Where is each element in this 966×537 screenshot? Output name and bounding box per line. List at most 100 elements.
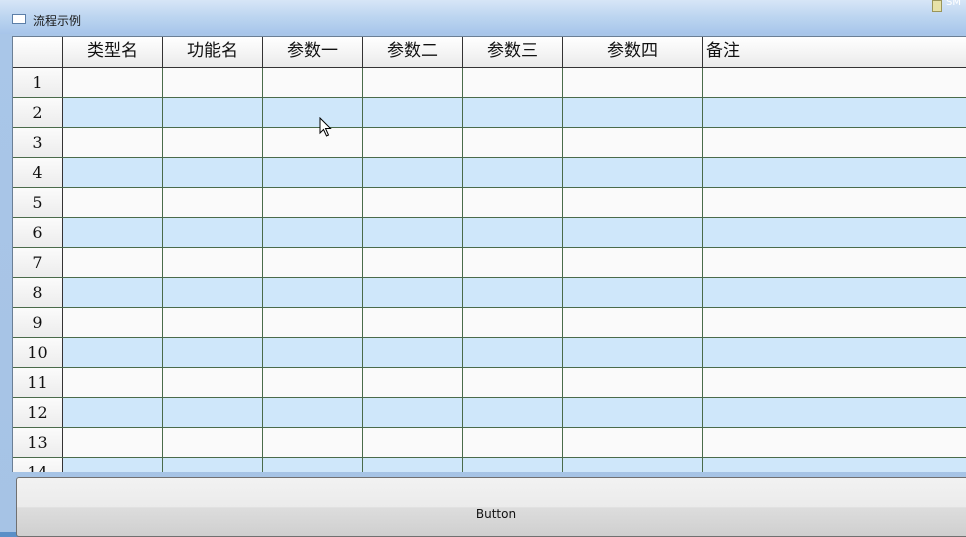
grid-cell-param-2[interactable] <box>363 158 463 187</box>
grid-cell-param-2[interactable] <box>363 128 463 157</box>
table-row[interactable]: 3 <box>13 128 966 158</box>
grid-cell-function-name[interactable] <box>163 338 263 367</box>
main-button[interactable]: Button <box>16 477 966 537</box>
table-row[interactable]: 10 <box>13 338 966 368</box>
grid-cell-param-1[interactable] <box>263 158 363 187</box>
grid-cell-type-name[interactable] <box>63 128 163 157</box>
grid-cell-param-1[interactable] <box>263 188 363 217</box>
grid-cell-type-name[interactable] <box>63 338 163 367</box>
grid-cell-type-name[interactable] <box>63 98 163 127</box>
grid-cell-type-name[interactable] <box>63 308 163 337</box>
grid-cell-function-name[interactable] <box>163 68 263 97</box>
grid-cell-remark[interactable] <box>703 398 966 427</box>
column-header-param-3[interactable]: 参数三 <box>463 37 563 67</box>
grid-cell-remark[interactable] <box>703 338 966 367</box>
row-header[interactable]: 11 <box>13 368 63 397</box>
row-header[interactable]: 4 <box>13 158 63 187</box>
grid-cell-param-2[interactable] <box>363 278 463 307</box>
grid-body[interactable]: 1234567891011121314 <box>13 68 966 472</box>
row-header[interactable]: 10 <box>13 338 63 367</box>
table-row[interactable]: 5 <box>13 188 966 218</box>
grid-cell-param-1[interactable] <box>263 128 363 157</box>
table-row[interactable]: 7 <box>13 248 966 278</box>
column-header-function-name[interactable]: 功能名 <box>163 37 263 67</box>
title-bar[interactable]: 流程示例 SM <box>0 0 966 34</box>
grid-cell-function-name[interactable] <box>163 368 263 397</box>
grid-cell-function-name[interactable] <box>163 128 263 157</box>
grid-cell-remark[interactable] <box>703 248 966 277</box>
grid-cell-param-2[interactable] <box>363 308 463 337</box>
grid-cell-param-4[interactable] <box>563 98 703 127</box>
grid-cell-param-4[interactable] <box>563 398 703 427</box>
grid-cell-remark[interactable] <box>703 368 966 397</box>
row-header[interactable]: 12 <box>13 398 63 427</box>
grid-cell-remark[interactable] <box>703 308 966 337</box>
grid-cell-param-1[interactable] <box>263 458 363 472</box>
grid-cell-remark[interactable] <box>703 98 966 127</box>
grid-cell-param-1[interactable] <box>263 248 363 277</box>
grid-cell-param-4[interactable] <box>563 428 703 457</box>
column-header-param-4[interactable]: 参数四 <box>563 37 703 67</box>
table-row[interactable]: 8 <box>13 278 966 308</box>
grid-cell-function-name[interactable] <box>163 308 263 337</box>
row-header[interactable]: 5 <box>13 188 63 217</box>
grid-cell-remark[interactable] <box>703 158 966 187</box>
table-row[interactable]: 4 <box>13 158 966 188</box>
grid-cell-remark[interactable] <box>703 278 966 307</box>
grid-cell-param-3[interactable] <box>463 278 563 307</box>
grid-cell-param-1[interactable] <box>263 428 363 457</box>
grid-cell-param-4[interactable] <box>563 128 703 157</box>
grid-cell-type-name[interactable] <box>63 458 163 472</box>
table-row[interactable]: 6 <box>13 218 966 248</box>
grid-cell-type-name[interactable] <box>63 428 163 457</box>
grid-cell-param-3[interactable] <box>463 218 563 247</box>
grid-corner-header[interactable] <box>13 37 63 67</box>
table-row[interactable]: 11 <box>13 368 966 398</box>
grid-cell-function-name[interactable] <box>163 218 263 247</box>
grid-cell-type-name[interactable] <box>63 398 163 427</box>
table-row[interactable]: 9 <box>13 308 966 338</box>
data-grid[interactable]: 类型名功能名参数一参数二参数三参数四备注 1234567891011121314 <box>12 36 966 472</box>
grid-cell-function-name[interactable] <box>163 458 263 472</box>
grid-cell-param-2[interactable] <box>363 338 463 367</box>
grid-cell-type-name[interactable] <box>63 278 163 307</box>
grid-cell-type-name[interactable] <box>63 158 163 187</box>
grid-cell-function-name[interactable] <box>163 398 263 427</box>
grid-cell-param-2[interactable] <box>363 428 463 457</box>
grid-cell-param-3[interactable] <box>463 188 563 217</box>
row-header[interactable]: 1 <box>13 68 63 97</box>
grid-cell-param-1[interactable] <box>263 368 363 397</box>
row-header[interactable]: 3 <box>13 128 63 157</box>
grid-cell-param-3[interactable] <box>463 458 563 472</box>
grid-cell-param-2[interactable] <box>363 218 463 247</box>
grid-cell-param-4[interactable] <box>563 458 703 472</box>
grid-cell-param-1[interactable] <box>263 218 363 247</box>
grid-cell-type-name[interactable] <box>63 368 163 397</box>
grid-cell-function-name[interactable] <box>163 248 263 277</box>
grid-cell-param-1[interactable] <box>263 68 363 97</box>
grid-cell-remark[interactable] <box>703 218 966 247</box>
column-header-param-2[interactable]: 参数二 <box>363 37 463 67</box>
grid-cell-param-1[interactable] <box>263 398 363 427</box>
grid-cell-param-3[interactable] <box>463 128 563 157</box>
grid-cell-param-2[interactable] <box>363 248 463 277</box>
table-row[interactable]: 2 <box>13 98 966 128</box>
grid-cell-param-3[interactable] <box>463 428 563 457</box>
column-header-param-1[interactable]: 参数一 <box>263 37 363 67</box>
grid-cell-param-4[interactable] <box>563 68 703 97</box>
grid-cell-remark[interactable] <box>703 68 966 97</box>
grid-cell-param-3[interactable] <box>463 308 563 337</box>
grid-cell-param-4[interactable] <box>563 188 703 217</box>
grid-cell-remark[interactable] <box>703 188 966 217</box>
grid-cell-remark[interactable] <box>703 428 966 457</box>
grid-cell-param-4[interactable] <box>563 158 703 187</box>
grid-cell-remark[interactable] <box>703 458 966 472</box>
grid-cell-type-name[interactable] <box>63 68 163 97</box>
row-header[interactable]: 9 <box>13 308 63 337</box>
grid-cell-param-1[interactable] <box>263 308 363 337</box>
grid-cell-param-2[interactable] <box>363 458 463 472</box>
table-row[interactable]: 14 <box>13 458 966 472</box>
grid-cell-type-name[interactable] <box>63 218 163 247</box>
grid-cell-function-name[interactable] <box>163 278 263 307</box>
grid-cell-param-3[interactable] <box>463 158 563 187</box>
